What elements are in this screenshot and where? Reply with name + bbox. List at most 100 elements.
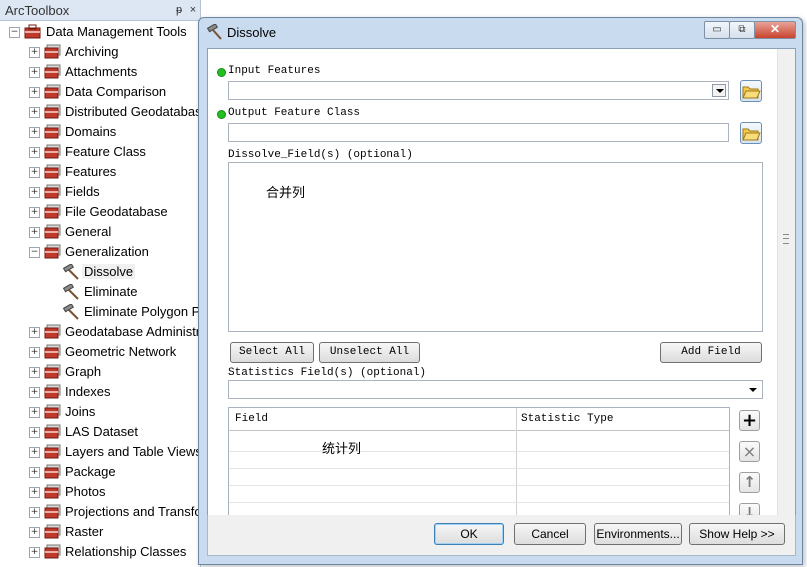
add-field-button[interactable]: Add Field: [660, 342, 762, 363]
dropdown-arrow-icon[interactable]: [749, 388, 757, 392]
tree-item-label: Features: [65, 164, 117, 179]
tree-toolset-fields[interactable]: + Fields: [0, 182, 200, 202]
expand-icon[interactable]: +: [29, 387, 40, 398]
output-feature-class-browse-button[interactable]: [740, 122, 762, 144]
toolset-icon: [44, 84, 61, 99]
collapse-icon[interactable]: −: [29, 247, 40, 258]
expand-icon[interactable]: +: [29, 127, 40, 138]
expand-icon[interactable]: +: [29, 87, 40, 98]
toolset-icon: [44, 504, 61, 519]
toolset-icon: [44, 324, 61, 339]
tree-item-label: Feature Class: [65, 144, 146, 159]
tree-item-label: File Geodatabase: [65, 204, 168, 219]
tree-item-label: Fields: [65, 184, 100, 199]
close-button[interactable]: ✕: [754, 21, 796, 39]
tree-toolset-photos[interactable]: + Photos: [0, 482, 200, 502]
collapse-icon[interactable]: −: [9, 27, 20, 38]
expand-icon[interactable]: +: [29, 147, 40, 158]
tree-root-data-management-tools[interactable]: − Data Management Tools: [0, 22, 200, 42]
expand-icon[interactable]: +: [29, 327, 40, 338]
arctoolbox-panel: ArcToolbox ᵽ × − Data Management Tools +…: [0, 0, 201, 567]
dialog-footer: OK Cancel Environments... Show Help >>: [207, 515, 796, 556]
expand-icon[interactable]: +: [29, 107, 40, 118]
expand-icon[interactable]: +: [29, 447, 40, 458]
minimize-button[interactable]: ▭: [704, 21, 730, 39]
toolset-icon: [44, 164, 61, 179]
expand-icon[interactable]: +: [29, 167, 40, 178]
tree-item-label: Package: [65, 464, 116, 479]
expand-icon[interactable]: +: [29, 507, 40, 518]
expand-icon[interactable]: +: [29, 207, 40, 218]
pin-icon[interactable]: ᵽ: [172, 4, 186, 16]
cancel-button[interactable]: Cancel: [514, 523, 586, 545]
tree-toolset-archiving[interactable]: + Archiving: [0, 42, 200, 62]
tree-item-label: Relationship Classes: [65, 544, 187, 559]
expand-icon[interactable]: +: [29, 487, 40, 498]
tree-toolset-general[interactable]: + General: [0, 222, 200, 242]
tree-toolset-las-dataset[interactable]: + LAS Dataset: [0, 422, 200, 442]
toolbox-tree: − Data Management Tools + Archiving + Attac…: [0, 22, 200, 562]
tree-toolset-geometric-network[interactable]: + Geometric Network: [0, 342, 200, 362]
tree-toolset-relationship-classes[interactable]: + Relationship Classes: [0, 542, 200, 562]
scrollbar-grip[interactable]: [783, 234, 789, 244]
statistics-field-combobox[interactable]: [228, 380, 763, 399]
tree-toolset-layers-and-table-views[interactable]: + Layers and Table Views: [0, 442, 200, 462]
tree-toolset-raster[interactable]: + Raster: [0, 522, 200, 542]
tree-toolset-data-comparison[interactable]: + Data Comparison: [0, 82, 200, 102]
input-features-browse-button[interactable]: [740, 80, 762, 102]
ok-button[interactable]: OK: [434, 523, 504, 545]
tree-toolset-graph[interactable]: + Graph: [0, 362, 200, 382]
tree-tool-eliminate-polygon-part[interactable]: Eliminate Polygon Part: [0, 302, 200, 322]
expand-icon[interactable]: +: [29, 527, 40, 538]
required-indicator-icon: [217, 68, 226, 77]
expand-icon[interactable]: +: [29, 347, 40, 358]
environments-button[interactable]: Environments...: [594, 523, 682, 545]
tree-toolset-domains[interactable]: + Domains: [0, 122, 200, 142]
tree-tool-dissolve[interactable]: Dissolve: [0, 262, 200, 282]
tree-toolset-feature-class[interactable]: + Feature Class: [0, 142, 200, 162]
unselect-all-button[interactable]: Unselect All: [319, 342, 420, 363]
show-help-button[interactable]: Show Help >>: [689, 523, 785, 545]
tree-toolset-geodatabase-administration[interactable]: + Geodatabase Administration: [0, 322, 200, 342]
restore-button[interactable]: ⧉: [729, 21, 755, 39]
remove-row-button[interactable]: ×: [739, 441, 760, 462]
tree-toolset-projections-and-transformations[interactable]: + Projections and Transformations: [0, 502, 200, 522]
tree-toolset-generalization[interactable]: − Generalization: [0, 242, 200, 262]
tree-root-label: Data Management Tools: [46, 24, 187, 39]
tree-toolset-file-geodatabase[interactable]: + File Geodatabase: [0, 202, 200, 222]
tree-toolset-indexes[interactable]: + Indexes: [0, 382, 200, 402]
expand-icon[interactable]: +: [29, 47, 40, 58]
output-feature-class-field[interactable]: [228, 123, 729, 142]
select-all-button[interactable]: Select All: [230, 342, 314, 363]
toolset-icon: [44, 464, 61, 479]
statistics-table[interactable]: Field Statistic Type 统计列: [228, 407, 730, 515]
tree-toolset-attachments[interactable]: + Attachments: [0, 62, 200, 82]
expand-icon[interactable]: +: [29, 467, 40, 478]
expand-icon[interactable]: +: [29, 547, 40, 558]
column-header-field[interactable]: Field: [235, 413, 268, 425]
form-scrollbar[interactable]: [777, 49, 795, 515]
dissolve-fields-listbox[interactable]: 合并列: [228, 162, 763, 332]
dissolve-fields-label: Dissolve_Field(s) (optional): [228, 149, 413, 161]
input-features-combobox[interactable]: [228, 81, 729, 100]
hammer-icon: [63, 284, 79, 300]
tree-toolset-features[interactable]: + Features: [0, 162, 200, 182]
table-row-line: [229, 502, 729, 503]
expand-icon[interactable]: +: [29, 427, 40, 438]
dissolve-fields-annotation: 合并列: [266, 186, 306, 201]
tree-tool-eliminate[interactable]: Eliminate: [0, 282, 200, 302]
add-row-button[interactable]: +: [739, 410, 760, 431]
expand-icon[interactable]: +: [29, 407, 40, 418]
expand-icon[interactable]: +: [29, 367, 40, 378]
expand-icon[interactable]: +: [29, 67, 40, 78]
expand-icon[interactable]: +: [29, 187, 40, 198]
tree-toolset-distributed-geodatabase[interactable]: + Distributed Geodatabase: [0, 102, 200, 122]
expand-icon[interactable]: +: [29, 227, 40, 238]
dropdown-arrow-icon[interactable]: [712, 84, 726, 97]
move-up-button[interactable]: ↑: [739, 472, 760, 493]
tree-toolset-joins[interactable]: + Joins: [0, 402, 200, 422]
column-header-statistic-type[interactable]: Statistic Type: [521, 413, 613, 425]
close-panel-icon[interactable]: ×: [186, 4, 200, 16]
column-divider: [516, 408, 517, 515]
tree-toolset-package[interactable]: + Package: [0, 462, 200, 482]
